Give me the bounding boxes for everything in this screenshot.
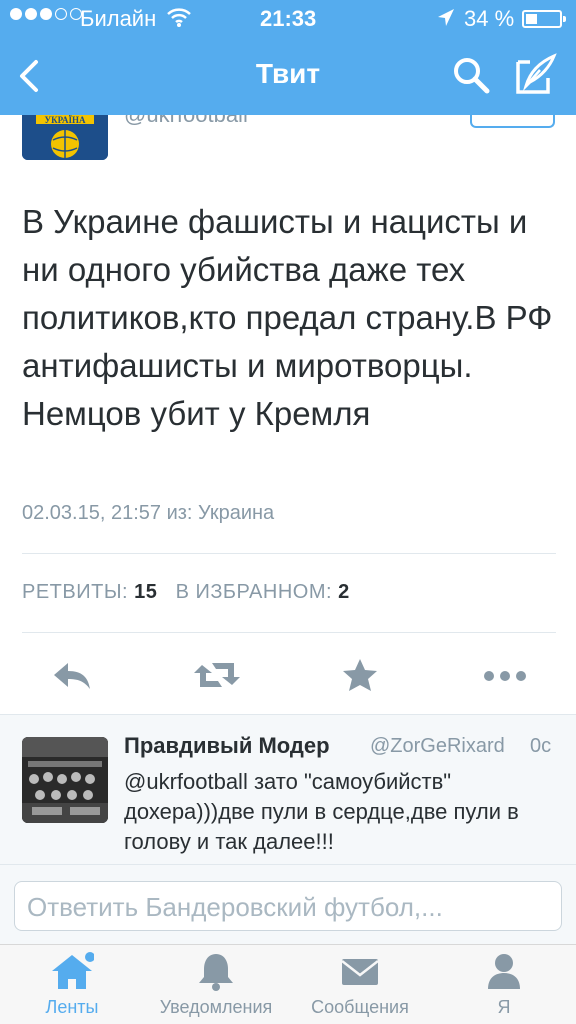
reply-input-placeholder: Ответить Бандеровский футбол,... bbox=[27, 892, 443, 922]
reply-author-handle[interactable]: @ZorGeRixard bbox=[370, 735, 505, 758]
tab-me[interactable]: Я bbox=[432, 945, 576, 1024]
wifi-icon bbox=[167, 8, 191, 27]
carrier-name: Билайн bbox=[80, 6, 157, 31]
reply-icon[interactable] bbox=[50, 651, 94, 699]
more-options-icon[interactable] bbox=[482, 651, 528, 699]
tab-bar: Ленты Уведомления Сообщения Я bbox=[0, 944, 576, 1024]
divider bbox=[22, 553, 556, 554]
favorites-count[interactable]: 2 bbox=[338, 581, 350, 603]
reply-item[interactable]: Правдивый Модер @ZorGeRixard 0c @ukrfoot… bbox=[0, 714, 576, 864]
tweet-timestamp-location: 02.03.15, 21:57 из: Украина bbox=[22, 502, 275, 524]
tab-home[interactable]: Ленты bbox=[0, 945, 144, 1024]
reply-avatar-photo bbox=[22, 737, 108, 823]
retweets-label[interactable]: РЕТВИТЫ: bbox=[22, 581, 128, 603]
signal-strength-icon bbox=[10, 8, 82, 20]
reply-author-name[interactable]: Правдивый Модер bbox=[124, 733, 330, 759]
person-icon bbox=[488, 954, 520, 989]
tab-home-label: Ленты bbox=[45, 997, 99, 1017]
battery-percent: 34 % bbox=[464, 6, 515, 31]
tweet-text: В Украине фашисты и нацисты и ни одного … bbox=[22, 203, 553, 432]
tab-messages[interactable]: Сообщения bbox=[288, 945, 432, 1024]
home-icon bbox=[52, 952, 94, 989]
avatar-logo-text: УКРАЇНА bbox=[45, 115, 86, 125]
tab-messages-label: Сообщения bbox=[311, 997, 409, 1017]
favorite-star-icon[interactable] bbox=[340, 651, 380, 699]
reply-avatar[interactable] bbox=[22, 737, 108, 823]
tweet-stats: РЕТВИТЫ: 15 В ИЗБРАННОМ: 2 bbox=[22, 581, 350, 604]
search-icon[interactable] bbox=[450, 54, 492, 96]
bell-icon bbox=[199, 954, 233, 991]
reply-text: @ukrfootball зато "самоубийств" дохера))… bbox=[124, 769, 519, 854]
nav-bar: Твит bbox=[0, 38, 576, 115]
retweets-count[interactable]: 15 bbox=[134, 581, 157, 603]
top-bar: Билайн 21:33 34 % Твит bbox=[0, 0, 576, 115]
favorites-label[interactable]: В ИЗБРАННОМ: bbox=[176, 581, 332, 603]
status-bar: Билайн 21:33 34 % bbox=[0, 0, 576, 38]
divider bbox=[22, 632, 556, 633]
battery-icon bbox=[522, 10, 566, 28]
retweet-icon[interactable] bbox=[192, 651, 242, 699]
clock: 21:33 bbox=[260, 6, 317, 31]
reply-time: 0c bbox=[530, 735, 552, 757]
tab-me-label: Я bbox=[497, 997, 511, 1017]
reply-input[interactable]: Ответить Бандеровский футбол,... bbox=[14, 881, 562, 931]
compose-tweet-icon[interactable] bbox=[512, 52, 558, 98]
tweet-actions bbox=[0, 645, 576, 705]
tab-notifications-label: Уведомления bbox=[159, 997, 273, 1017]
location-arrow-icon bbox=[438, 9, 454, 26]
reply-compose-bar: Ответить Бандеровский футбол,... bbox=[0, 864, 576, 944]
envelope-icon bbox=[341, 959, 379, 985]
tab-notifications[interactable]: Уведомления bbox=[144, 945, 288, 1024]
